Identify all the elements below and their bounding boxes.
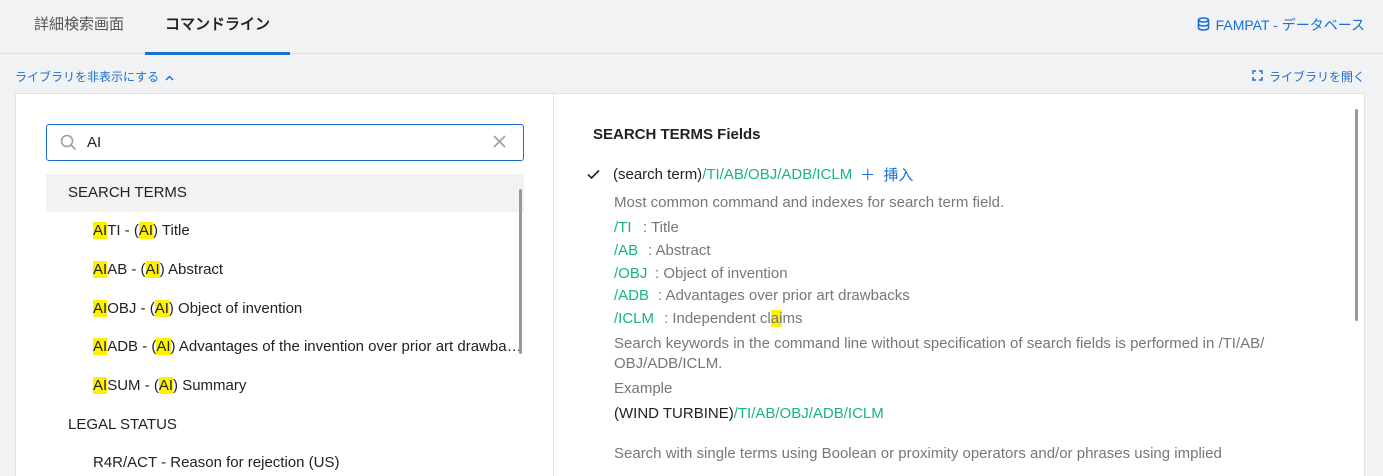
item-text: R4R/ACT - Reason for rejection (US) [93,453,340,471]
match-highlight: AI [93,260,108,278]
field-desc: ms [782,310,803,327]
item-text: SUM - ( [107,377,159,395]
field-code: /TI [614,219,632,236]
group-header-legal-status[interactable]: LEGAL STATUS [46,406,524,444]
detail-description: Most common command and indexes for sear… [614,194,1005,211]
field-code: /OBJ [614,265,648,282]
chevron-up-icon [165,70,174,84]
detail-scrollbar[interactable] [1355,109,1358,321]
field-row: /AB : Abstract [614,242,711,259]
example-prefix: (WIND TURBINE) [614,405,734,422]
match-highlight: AI [93,377,108,395]
match-highlight: AI [93,338,108,356]
list-item[interactable]: AIOBJ - (AI) Object of invention [46,290,524,329]
database-label: FAMPAT - データベース [1215,17,1365,33]
library-search-input[interactable] [87,131,477,153]
list-item[interactable]: AISUM - (AI) Summary [46,367,524,406]
term-syntax-row: (search term)/TI/AB/OBJ/ADB/ICLM ＋ 挿入 [587,164,913,185]
term-fields: /TI/AB/OBJ/ADB/ICLM [702,166,853,183]
match-highlight: AI [93,222,108,239]
library-panel: SEARCH TERMS AITI - (AI) Title AIAB - (A… [15,93,1365,476]
list-item[interactable]: R4R/ACT - Reason for rejection (US) [46,444,524,476]
field-desc: : Advantages over prior art drawbacks [658,287,910,304]
list-item[interactable]: AIAB - (AI) Abstract [46,251,524,290]
detail-note-line2: OBJ/ADB/ICLM. [614,355,723,372]
database-icon [1197,16,1210,34]
field-code: /ADB [614,287,650,304]
database-link[interactable]: FAMPAT - データベース [1197,15,1365,35]
item-text: ) Object of invention [168,299,303,317]
item-text: ) Title [153,222,190,239]
insert-label: 挿入 [883,167,914,184]
check-icon [587,169,600,180]
field-code: /AB [614,242,639,259]
field-code: /ICLM [614,310,655,327]
detail-more-text: Search with single terms using Boolean o… [614,445,1222,462]
list-item[interactable]: AITI - (AI) Title [46,212,524,251]
detail-note-line1: Search keywords in the command line with… [614,335,1265,352]
match-highlight: AI [158,377,174,395]
field-row: /ADB : Advantages over prior art drawback… [614,287,910,304]
match-highlight: AI [138,222,154,239]
item-text: OBJ - ( [107,299,155,317]
hide-library-label: ライブラリを非表示にする [15,70,160,84]
match-highlight: ai [770,310,783,327]
item-text: ) Abstract [159,260,224,278]
example-label: Example [614,380,673,397]
list-scrollbar[interactable] [519,189,522,354]
tab-advanced-search[interactable]: 詳細検索画面 [14,0,144,54]
plus-icon: ＋ [860,167,876,184]
clear-icon[interactable] [492,134,507,154]
item-text: ADB - ( [107,338,157,356]
field-desc: : Title [643,219,679,236]
item-text: ) Advantages of the invention over prior… [170,338,524,356]
example-row: (WIND TURBINE)/TI/AB/OBJ/ADB/ICLM [614,405,884,422]
group-header-search-terms[interactable]: SEARCH TERMS [46,174,524,212]
field-row: /ICLM : Independent claims [614,310,802,327]
field-desc: : Independent cl [664,310,771,327]
match-highlight: AI [93,299,108,317]
match-highlight: AI [145,260,160,278]
insert-button[interactable]: ＋ 挿入 [860,164,913,185]
list-item[interactable]: AIADB - (AI) Advantages of the invention… [46,328,524,367]
field-desc: : Object of invention [655,265,788,282]
field-row: /OBJ : Object of invention [614,265,788,282]
library-results-list: SEARCH TERMS AITI - (AI) Title AIAB - (A… [46,174,524,476]
open-library-button[interactable]: ライブラリを開く [1252,68,1365,85]
item-text: ) Summary [173,377,247,395]
example-fields: /TI/AB/OBJ/ADB/ICLM [733,405,884,422]
tab-bar: 詳細検索画面 コマンドライン FAMPAT - データベース [0,0,1383,55]
hide-library-toggle[interactable]: ライブラリを非表示にする [15,68,174,85]
item-text: TI - ( [107,222,139,239]
expand-icon [1252,69,1263,84]
match-highlight: AI [156,338,171,356]
term-prefix: (search term) [613,166,703,183]
library-search-box [46,124,524,161]
item-text: AB - ( [107,260,146,278]
detail-title: SEARCH TERMS Fields [593,126,761,143]
match-highlight: AI [154,299,169,317]
library-list-pane: SEARCH TERMS AITI - (AI) Title AIAB - (A… [16,94,554,476]
detail-pane: SEARCH TERMS Fields (search term)/TI/AB/… [555,94,1365,476]
field-desc: : Abstract [648,242,711,259]
open-library-label: ライブラリを開く [1268,70,1365,84]
field-row: /TI : Title [614,219,679,236]
search-icon [60,134,77,156]
tab-command-line[interactable]: コマンドライン [145,0,290,55]
